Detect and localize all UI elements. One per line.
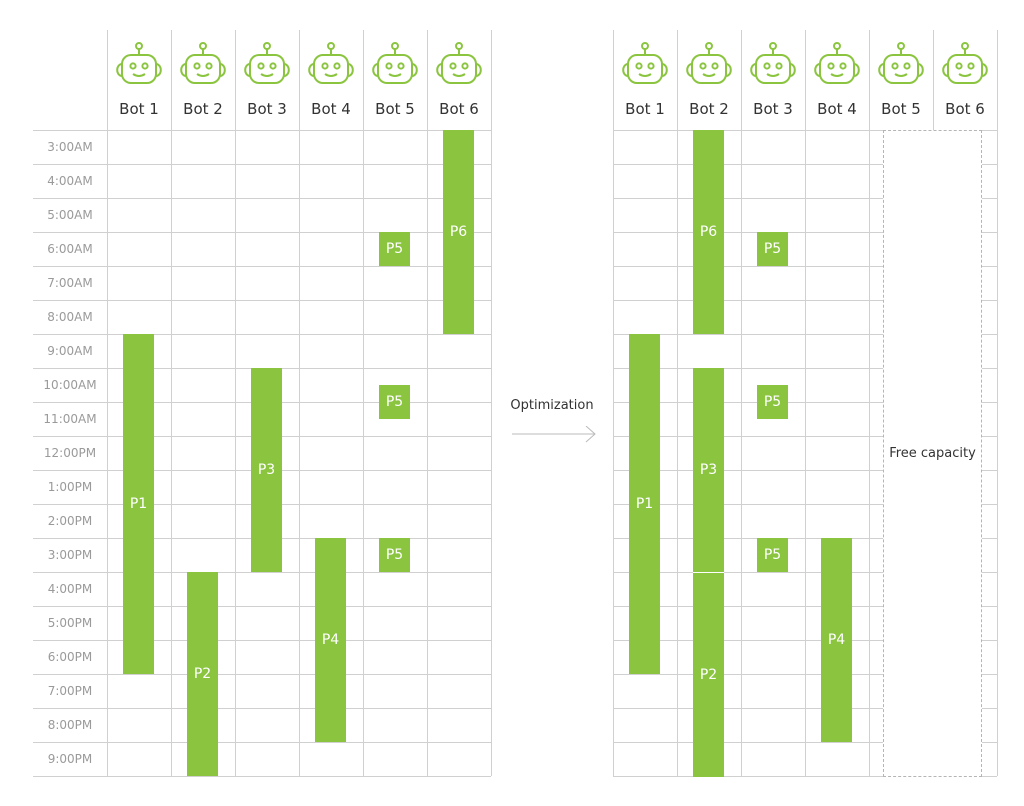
process-bar-p2: P2 [187,572,218,776]
time-label: 6:00AM [47,242,93,256]
time-label: 11:00AM [43,412,97,426]
time-label: 7:00PM [47,684,93,698]
bot-label: Bot 2 [689,100,729,118]
time-label: 5:00AM [47,208,93,222]
grid-column-line [613,30,614,776]
arrow-right-icon [512,426,596,443]
grid-column-line [491,30,492,776]
process-bar-p1: P1 [123,334,154,674]
grid-column-line [363,30,364,776]
bot-label: Bot 5 [881,100,921,118]
process-bar-p1: P1 [629,334,660,674]
process-bar-p6: P6 [693,130,724,334]
bot-label: Bot 5 [375,100,415,118]
process-bar-p6: P6 [443,130,474,334]
grid-column-line [299,30,300,776]
time-label: 4:00PM [47,582,93,596]
process-bar-p5: P5 [757,385,788,419]
time-label: 10:00AM [43,378,97,392]
process-bar-p5: P5 [757,232,788,266]
time-label: 8:00AM [47,310,93,324]
process-bar-p3: P3 [693,368,724,572]
bot-label: Bot 4 [311,100,351,118]
time-label: 9:00PM [47,752,93,766]
time-label: 9:00AM [47,344,93,358]
time-label: 3:00AM [47,140,93,154]
bot-header-4: Bot 4 [299,30,363,130]
bot-label: Bot 1 [625,100,665,118]
grid-column-line [171,30,172,776]
grid-column-line [741,30,742,776]
time-label: 6:00PM [47,650,93,664]
bot-label: Bot 6 [439,100,479,118]
time-label: 12:00PM [43,446,97,460]
bot-header-5: Bot 5 [869,30,933,130]
time-label: 1:00PM [47,480,93,494]
grid-column-line [805,30,806,776]
time-label: 2:00PM [47,514,93,528]
time-label: 5:00PM [47,616,93,630]
bot-label: Bot 4 [817,100,857,118]
time-label: 8:00PM [47,718,93,732]
bot-label: Bot 3 [247,100,287,118]
bot-label: Bot 6 [945,100,985,118]
grid-column-line [677,30,678,776]
bot-label: Bot 1 [119,100,159,118]
process-bar-p4: P4 [315,538,346,742]
bot-schedule-diagram: Optimization Bot 1 Bot 2 Bot 3 Bot 4 Bot 5 Bo… [0,0,1024,806]
grid-column-line [869,30,870,776]
bot-header-3: Bot 3 [235,30,299,130]
grid-row-line [33,776,491,777]
optimization-label: Optimization [510,398,594,413]
bot-header-6: Bot 6 [933,30,997,130]
process-bar-p4: P4 [821,538,852,742]
grid-column-line [997,30,998,776]
free-capacity-box: Free capacity [883,130,982,777]
bot-header-3: Bot 3 [741,30,805,130]
process-bar-p5: P5 [379,385,410,419]
process-bar-p5: P5 [379,538,410,572]
bot-header-6: Bot 6 [427,30,491,130]
grid-column-line [235,30,236,776]
bot-header-2: Bot 2 [171,30,235,130]
process-bar-p2: P2 [693,572,724,777]
grid-column-line [427,30,428,776]
bot-header-1: Bot 1 [107,30,171,130]
bot-header-1: Bot 1 [613,30,677,130]
process-bar-p3: P3 [251,368,282,572]
time-label: 7:00AM [47,276,93,290]
process-bar-p5: P5 [379,232,410,266]
grid-column-line [107,30,108,776]
bot-header-2: Bot 2 [677,30,741,130]
time-label: 4:00AM [47,174,93,188]
bot-header-4: Bot 4 [805,30,869,130]
process-bar-p5: P5 [757,538,788,572]
bot-header-5: Bot 5 [363,30,427,130]
time-label: 3:00PM [47,548,93,562]
bot-label: Bot 3 [753,100,793,118]
bot-label: Bot 2 [183,100,223,118]
